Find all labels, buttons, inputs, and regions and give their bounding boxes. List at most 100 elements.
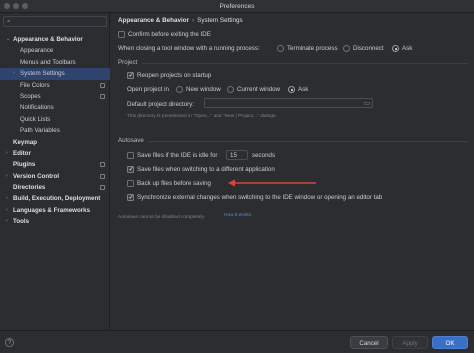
project-level-icon [100,185,105,191]
breadcrumb: Appearance & Behavior › System Settings [118,17,243,24]
radio-new-window[interactable] [176,86,183,93]
window-title: Preferences [219,3,255,10]
sidebar-item-build-execution-deployment[interactable]: › Build, Execution, Deployment [0,193,110,204]
open-project-in-label: Open project in [127,86,169,93]
confirm-exit-label: Confirm before exiting the IDE [128,31,211,38]
chevron-down-icon[interactable]: ⌄ [6,34,10,45]
settings-main-panel: Appearance & Behavior › System Settings Co… [110,13,474,330]
sidebar-item-languages-frameworks[interactable]: › Languages & Frameworks [0,205,110,216]
sidebar-item-label: Editor [13,149,31,157]
sync-external-changes-checkbox[interactable] [127,193,134,201]
search-icon: ⌕ [7,18,11,25]
autosave-note: Autosave cannot be disabled completely. [118,215,205,220]
save-on-idle-checkbox[interactable] [127,152,134,159]
radio-terminate-process[interactable] [277,45,284,52]
project-level-icon [100,173,105,179]
chevron-right-icon[interactable]: › [6,193,8,204]
breadcrumb-parent[interactable]: Appearance & Behavior [118,17,189,24]
default-project-dir-field[interactable]: ▭ [204,98,373,108]
sidebar-item-system-settings[interactable]: › System Settings [0,68,110,80]
radio-disconnect-label: Disconnect [353,45,384,52]
radio-current-window-label: Current window [237,86,280,93]
sidebar-item-label: System Settings [20,70,65,78]
cancel-button[interactable]: Cancel [350,336,388,349]
sidebar-item-label: Quick Lists [20,115,51,123]
radio-ask-open-label: Ask [298,86,309,93]
sidebar-item-appearance[interactable]: Appearance [0,45,110,56]
sidebar-item-label: File Colors [20,81,50,89]
settings-tree: ⌄ Appearance & Behavior Appearance Menus an… [0,34,110,228]
radio-terminate-process-label: Terminate process [287,45,338,52]
ok-button[interactable]: OK [432,336,468,349]
closing-process-label: When closing a tool window with a runnin… [118,45,260,52]
sidebar-item-notifications[interactable]: Notifications [0,102,110,113]
save-on-frame-deactivation-label: Save files when switching to a different… [137,166,275,173]
sidebar-item-version-control[interactable]: › Version Control [0,171,110,182]
default-project-dir-label: Default project directory: [127,101,195,108]
sidebar-item-file-colors[interactable]: File Colors [0,80,110,91]
breadcrumb-current: System Settings [197,17,243,24]
idle-seconds-value: 15 [230,152,237,159]
radio-ask-open[interactable] [288,86,295,93]
backup-before-saving-label: Back up files before saving [137,180,211,187]
annotation-arrow-icon [228,179,316,187]
sidebar-item-menus-and-toolbars[interactable]: Menus and Toolbars [0,57,110,68]
project-section-title: Project [118,59,138,66]
apply-button[interactable]: Apply [392,336,428,349]
sidebar-item-label: Keymap [13,138,38,146]
sidebar-item-label: Appearance [20,47,54,55]
radio-ask-closing[interactable] [392,45,399,52]
sidebar-item-plugins[interactable]: Plugins [0,159,110,170]
confirm-exit-checkbox[interactable] [118,31,125,38]
sidebar-item-label: Version Control [13,172,60,180]
sidebar-item-label: Path Variables [20,127,60,135]
project-level-icon [100,93,105,99]
save-on-frame-deactivation-checkbox[interactable] [127,165,134,173]
sidebar-item-label: Build, Execution, Deployment [13,195,101,203]
radio-ask-closing-label: Ask [402,45,413,52]
project-level-icon [100,82,105,88]
project-level-icon [100,162,105,168]
sidebar-item-path-variables[interactable]: Path Variables [0,125,110,136]
sidebar-item-quick-lists[interactable]: Quick Lists [0,114,110,125]
chevron-right-icon[interactable]: › [6,216,8,227]
radio-current-window[interactable] [227,86,234,93]
chevron-right-icon[interactable]: › [6,205,8,216]
sidebar-item-label: Plugins [13,161,36,169]
search-input[interactable]: ⌕ [3,16,107,27]
sidebar-item-appearance-behavior[interactable]: ⌄ Appearance & Behavior [0,34,110,45]
sidebar-item-directories[interactable]: Directories [0,182,110,193]
sidebar-item-tools[interactable]: › Tools [0,216,110,227]
backup-before-saving-checkbox[interactable] [127,180,134,187]
radio-new-window-label: New window [186,86,221,93]
autosave-section-title: Autosave [118,137,144,144]
how-it-works-link[interactable]: How it works [224,213,251,218]
sidebar-item-keymap[interactable]: Keymap [0,137,110,148]
help-button[interactable]: ? [5,338,14,347]
save-on-idle-label: Save files if the IDE is idle for [137,152,218,159]
sidebar-item-label: Menus and Toolbars [20,58,76,66]
project-section-divider [142,63,468,64]
default-project-dir-hint: This directory is preselected in "Open..… [127,114,277,119]
sidebar-item-label: Tools [13,218,30,226]
sync-external-changes-label: Synchronize external changes when switch… [137,194,383,201]
sidebar-item-label: Notifications [20,104,54,112]
autosave-section-divider [148,141,468,142]
window-titlebar: Preferences [0,0,474,13]
sidebar-item-label: Directories [13,184,46,192]
chevron-right-icon[interactable]: › [6,148,8,159]
sidebar-item-scopes[interactable]: Scopes [0,91,110,102]
reopen-projects-checkbox[interactable] [127,71,134,79]
chevron-right-icon[interactable]: › [13,68,15,79]
folder-browse-icon[interactable]: ▭ [364,99,370,107]
dialog-footer: ? Cancel Apply OK [0,330,474,353]
chevron-right-icon[interactable]: › [6,171,8,182]
sidebar-item-label: Languages & Frameworks [13,206,91,214]
reopen-projects-label: Reopen projects on startup [137,72,212,79]
sidebar-item-label: Appearance & Behavior [13,36,83,43]
sidebar-item-editor[interactable]: › Editor [0,148,110,159]
radio-disconnect[interactable] [343,45,350,52]
sidebar-item-label: Scopes [20,92,41,100]
idle-seconds-input[interactable]: 15 [226,150,248,160]
breadcrumb-separator: › [192,17,195,24]
